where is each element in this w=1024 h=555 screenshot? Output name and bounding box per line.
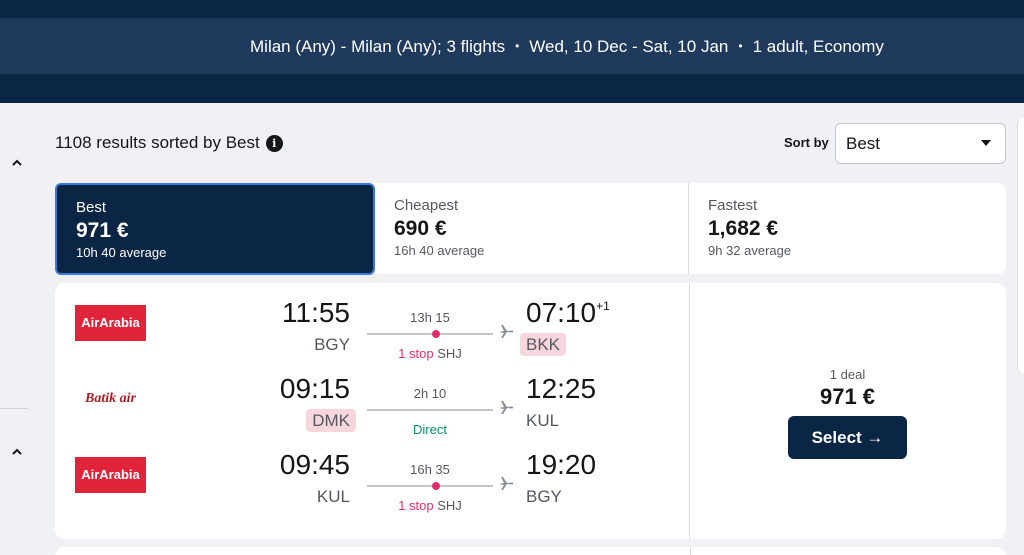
search-passengers: 1 adult, Economy	[752, 37, 884, 56]
tab-average: 10h 40 average	[76, 245, 167, 260]
stop-dot	[432, 482, 440, 490]
flight-leg: Batik air 09:15 DMK 2h 10 Direct 12:25 K…	[55, 359, 689, 437]
tab-label: Best	[76, 199, 107, 216]
search-route: Milan (Any) - Milan (Any); 3 flights	[250, 37, 506, 56]
airarabia-logo: AirArabia	[75, 457, 146, 493]
airport-change-badge: BKK	[520, 333, 567, 356]
plane-icon	[499, 477, 514, 490]
plane-icon	[499, 325, 514, 338]
tab-label: Fastest	[708, 197, 758, 214]
rail-divider	[0, 408, 28, 409]
departure-time: 11:55	[282, 297, 350, 328]
filters-rail	[0, 103, 28, 555]
tab-cheapest[interactable]: Cheapest 690 € 16h 40 average	[375, 183, 689, 274]
results-count: 1108 results sorted by Best i	[55, 133, 283, 153]
tab-price: 690 €	[394, 217, 447, 240]
tab-price: 1,682 €	[708, 217, 779, 240]
flight-duration: 16h 35	[410, 462, 450, 477]
sort-dropdown[interactable]: Best	[835, 123, 1006, 164]
search-summary-bar[interactable]: Milan (Any) - Milan (Any); 3 flights • Wed…	[0, 18, 1024, 74]
arrival-time: 12:25	[526, 373, 597, 404]
departure-airport: KUL	[316, 487, 350, 506]
day-offset: +1	[596, 299, 610, 313]
next-itinerary-card[interactable]	[55, 547, 1006, 555]
stops-count: 1 stop	[398, 498, 434, 513]
arrival-airport: BKK	[520, 333, 567, 357]
deal-price: 971 €	[819, 384, 876, 409]
info-icon[interactable]: i	[265, 134, 283, 152]
tab-label: Cheapest	[394, 197, 459, 214]
separator-dot: •	[738, 39, 743, 53]
arrival-airport: BGY	[526, 487, 562, 506]
tab-fastest[interactable]: Fastest 1,682 € 9h 32 average	[689, 183, 1006, 274]
tab-average: 9h 32 average	[708, 243, 792, 258]
select-button[interactable]: Select →	[788, 416, 907, 459]
departure-airport: BGY	[314, 335, 350, 354]
flight-duration: 13h 15	[410, 310, 450, 325]
flight-leg: AirArabia 09:45 KUL 16h 35 1 stop SHJ 19…	[55, 435, 689, 513]
departure-airport: DMK	[306, 409, 356, 433]
departure-time: 09:15	[279, 373, 350, 404]
separator-dot: •	[515, 39, 520, 53]
airarabia-logo: AirArabia	[75, 305, 146, 341]
top-header	[0, 0, 1024, 18]
stops-info: 1 stop SHJ	[367, 498, 493, 513]
search-dates: Wed, 10 Dec - Sat, 10 Jan	[529, 37, 729, 56]
search-summary[interactable]: Milan (Any) - Milan (Any); 3 flights • Wed…	[250, 18, 884, 74]
route-line	[367, 330, 493, 338]
tab-price: 971 €	[76, 219, 129, 242]
caret-down-icon	[981, 140, 991, 146]
tab-best[interactable]: Best 971 € 10h 40 average	[55, 183, 375, 275]
arrival-time: 19:20	[526, 449, 597, 480]
chevron-up-icon[interactable]	[10, 156, 24, 170]
route-line	[367, 409, 493, 411]
itinerary-card[interactable]: AirArabia 11:55 BGY 13h 15 1 stop SHJ 07…	[55, 283, 1006, 539]
flight-leg: AirArabia 11:55 BGY 13h 15 1 stop SHJ 07…	[55, 283, 689, 361]
deal-panel: 1 deal 971 € Select →	[689, 283, 1006, 539]
arrival-time: 07:10+1	[526, 297, 610, 329]
arrival-time-value: 07:10	[526, 297, 597, 328]
route-line	[367, 482, 493, 490]
deal-count: 1 deal	[829, 367, 866, 382]
tab-average: 16h 40 average	[394, 243, 485, 258]
card-divider	[690, 547, 691, 555]
nav-strip	[0, 74, 1024, 103]
chevron-up-icon[interactable]	[10, 445, 24, 459]
batik-air-logo: Batik air	[85, 391, 136, 406]
flight-duration: 2h 10	[413, 386, 447, 401]
arrival-airport: KUL	[526, 411, 560, 430]
sort-tabs: Best 971 € 10h 40 average Cheapest 690 €…	[55, 183, 1006, 275]
sort-label: Sort by	[784, 135, 829, 150]
results-count-text: 1108 results sorted by Best	[55, 133, 260, 152]
stopover-airport: SHJ	[437, 498, 462, 513]
side-panel-edge	[1017, 118, 1024, 373]
plane-icon	[499, 401, 514, 414]
airport-change-badge: DMK	[306, 409, 356, 432]
sort-value: Best	[846, 134, 881, 153]
stop-dot	[432, 330, 440, 338]
departure-time: 09:45	[279, 449, 350, 480]
